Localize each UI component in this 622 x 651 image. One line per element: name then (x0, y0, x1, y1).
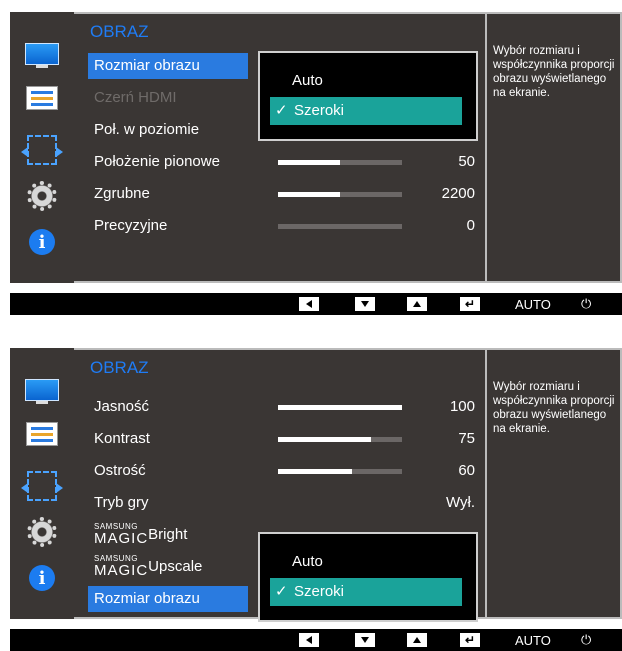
monitor-icon[interactable] (22, 40, 62, 72)
menu-item-label: SAMSUNG MAGIC Upscale (94, 554, 203, 579)
level-slider[interactable] (278, 437, 402, 442)
menu-item-label: Położenie pionowe (94, 153, 220, 170)
menu-panel: OBRAZ Rozmiar obrazu Czerń HDMI Poł. w p… (74, 12, 487, 283)
icon-sidebar: i (10, 348, 74, 619)
up-button[interactable] (407, 296, 427, 312)
value-text: 2200 (441, 185, 475, 202)
level-slider[interactable] (278, 469, 402, 474)
menu-item-zgrubne[interactable]: Zgrubne 2200 (88, 181, 483, 207)
down-arrow-icon (361, 301, 369, 307)
menu-item-jasnosc[interactable]: Jasność 100 (88, 394, 483, 420)
icon-sidebar: i (10, 12, 74, 283)
up-button[interactable] (407, 632, 427, 648)
option-auto[interactable]: Auto (270, 67, 462, 95)
enter-button[interactable]: ↵ (460, 296, 480, 312)
info-icon[interactable]: i (22, 562, 62, 594)
power-button[interactable]: ⏻ (581, 296, 591, 312)
check-icon: ✓ (275, 583, 288, 600)
help-text: Wybór rozmiaru i współczynnika proporcji… (487, 12, 622, 283)
left-arrow-icon (306, 300, 312, 308)
option-szeroki[interactable]: ✓ Szeroki (270, 578, 462, 606)
menu-item-label: Czerń HDMI (94, 89, 177, 106)
menu-panel: OBRAZ Jasność 100 Kontrast 75 Ostrość 60… (74, 348, 487, 622)
menu-item-label: Kontrast (94, 430, 150, 447)
value-text: 75 (458, 430, 475, 447)
check-icon: ✓ (275, 102, 288, 119)
size-option-popup: Auto ✓ Szeroki (258, 51, 478, 141)
level-slider[interactable] (278, 192, 402, 197)
control-bar: ↵ AUTO ⏻ (10, 629, 622, 651)
enter-icon: ↵ (464, 633, 476, 647)
samsung-magic-logo: SAMSUNG MAGIC (94, 522, 149, 547)
power-icon: ⏻ (581, 296, 592, 311)
gear-icon[interactable] (22, 516, 62, 548)
value-text: 100 (449, 398, 475, 415)
value-text: 0 (466, 217, 475, 234)
value-text: 60 (458, 462, 475, 479)
menu-item-tryb-gry[interactable]: Tryb gry Wył. (88, 490, 483, 516)
menu-item-label: Tryb gry (94, 494, 149, 511)
power-icon: ⏻ (581, 632, 592, 647)
level-slider[interactable] (278, 224, 402, 229)
monitor-icon[interactable] (22, 376, 62, 408)
help-text: Wybór rozmiaru i współczynnika proporcji… (487, 348, 622, 619)
up-arrow-icon (413, 301, 421, 307)
value-text: 50 (458, 153, 475, 170)
menu-item-label: SAMSUNG MAGIC Bright (94, 522, 188, 547)
menu-item-label: Poł. w poziomie (94, 121, 200, 138)
enter-button[interactable]: ↵ (460, 632, 480, 648)
position-icon[interactable] (21, 470, 63, 502)
menu-item-kontrast[interactable]: Kontrast 75 (88, 426, 483, 452)
position-icon[interactable] (21, 134, 63, 166)
menu-item-label: Rozmiar obrazu (94, 590, 200, 607)
option-label: Auto (292, 72, 323, 89)
option-szeroki[interactable]: ✓ Szeroki (270, 97, 462, 125)
bottom-osd: i OBRAZ Jasność 100 Kontrast 75 Ostrość … (10, 348, 622, 622)
power-button[interactable]: ⏻ (581, 632, 591, 648)
down-button[interactable] (355, 632, 375, 648)
size-option-popup: Auto ✓ Szeroki (258, 532, 478, 622)
auto-button[interactable]: AUTO (515, 632, 551, 648)
option-auto[interactable]: Auto (270, 548, 462, 576)
menu-list-icon[interactable] (22, 418, 62, 450)
option-label: Szeroki (294, 583, 345, 600)
top-osd: i OBRAZ Rozmiar obrazu Czerń HDMI Poł. w… (10, 12, 622, 283)
enter-icon: ↵ (464, 297, 476, 311)
option-label: Auto (292, 553, 323, 570)
menu-item-label: Zgrubne (94, 185, 150, 202)
menu-item-label: Jasność (94, 398, 150, 415)
info-icon[interactable]: i (22, 226, 62, 258)
menu-item-label: Ostrość (94, 462, 146, 479)
menu-title: OBRAZ (90, 22, 149, 41)
menu-item-ostrosc[interactable]: Ostrość 60 (88, 458, 483, 484)
left-arrow-icon (306, 636, 312, 644)
menu-title: OBRAZ (90, 358, 149, 377)
level-slider[interactable] (278, 160, 402, 165)
samsung-magic-logo: SAMSUNG MAGIC (94, 554, 149, 579)
gear-icon[interactable] (22, 180, 62, 212)
auto-label: AUTO (515, 296, 551, 312)
left-button[interactable] (299, 296, 319, 312)
left-button[interactable] (299, 632, 319, 648)
menu-item-rozmiar-obrazu[interactable]: Rozmiar obrazu (88, 53, 248, 79)
menu-item-precyzyjne[interactable]: Precyzyjne 0 (88, 213, 483, 239)
menu-list-icon[interactable] (22, 82, 62, 114)
value-text: Wył. (445, 494, 475, 511)
menu-item-label: Precyzyjne (94, 217, 168, 234)
down-arrow-icon (361, 637, 369, 643)
auto-label: AUTO (515, 632, 551, 648)
up-arrow-icon (413, 637, 421, 643)
auto-button[interactable]: AUTO (515, 296, 551, 312)
control-bar: ↵ AUTO ⏻ (10, 293, 622, 315)
level-slider[interactable] (278, 405, 402, 410)
menu-item-label: Rozmiar obrazu (94, 57, 200, 74)
option-label: Szeroki (294, 102, 345, 119)
menu-item-rozmiar-obrazu[interactable]: Rozmiar obrazu (88, 586, 248, 612)
down-button[interactable] (355, 296, 375, 312)
menu-item-polozenie-pionowe[interactable]: Położenie pionowe 50 (88, 149, 483, 175)
